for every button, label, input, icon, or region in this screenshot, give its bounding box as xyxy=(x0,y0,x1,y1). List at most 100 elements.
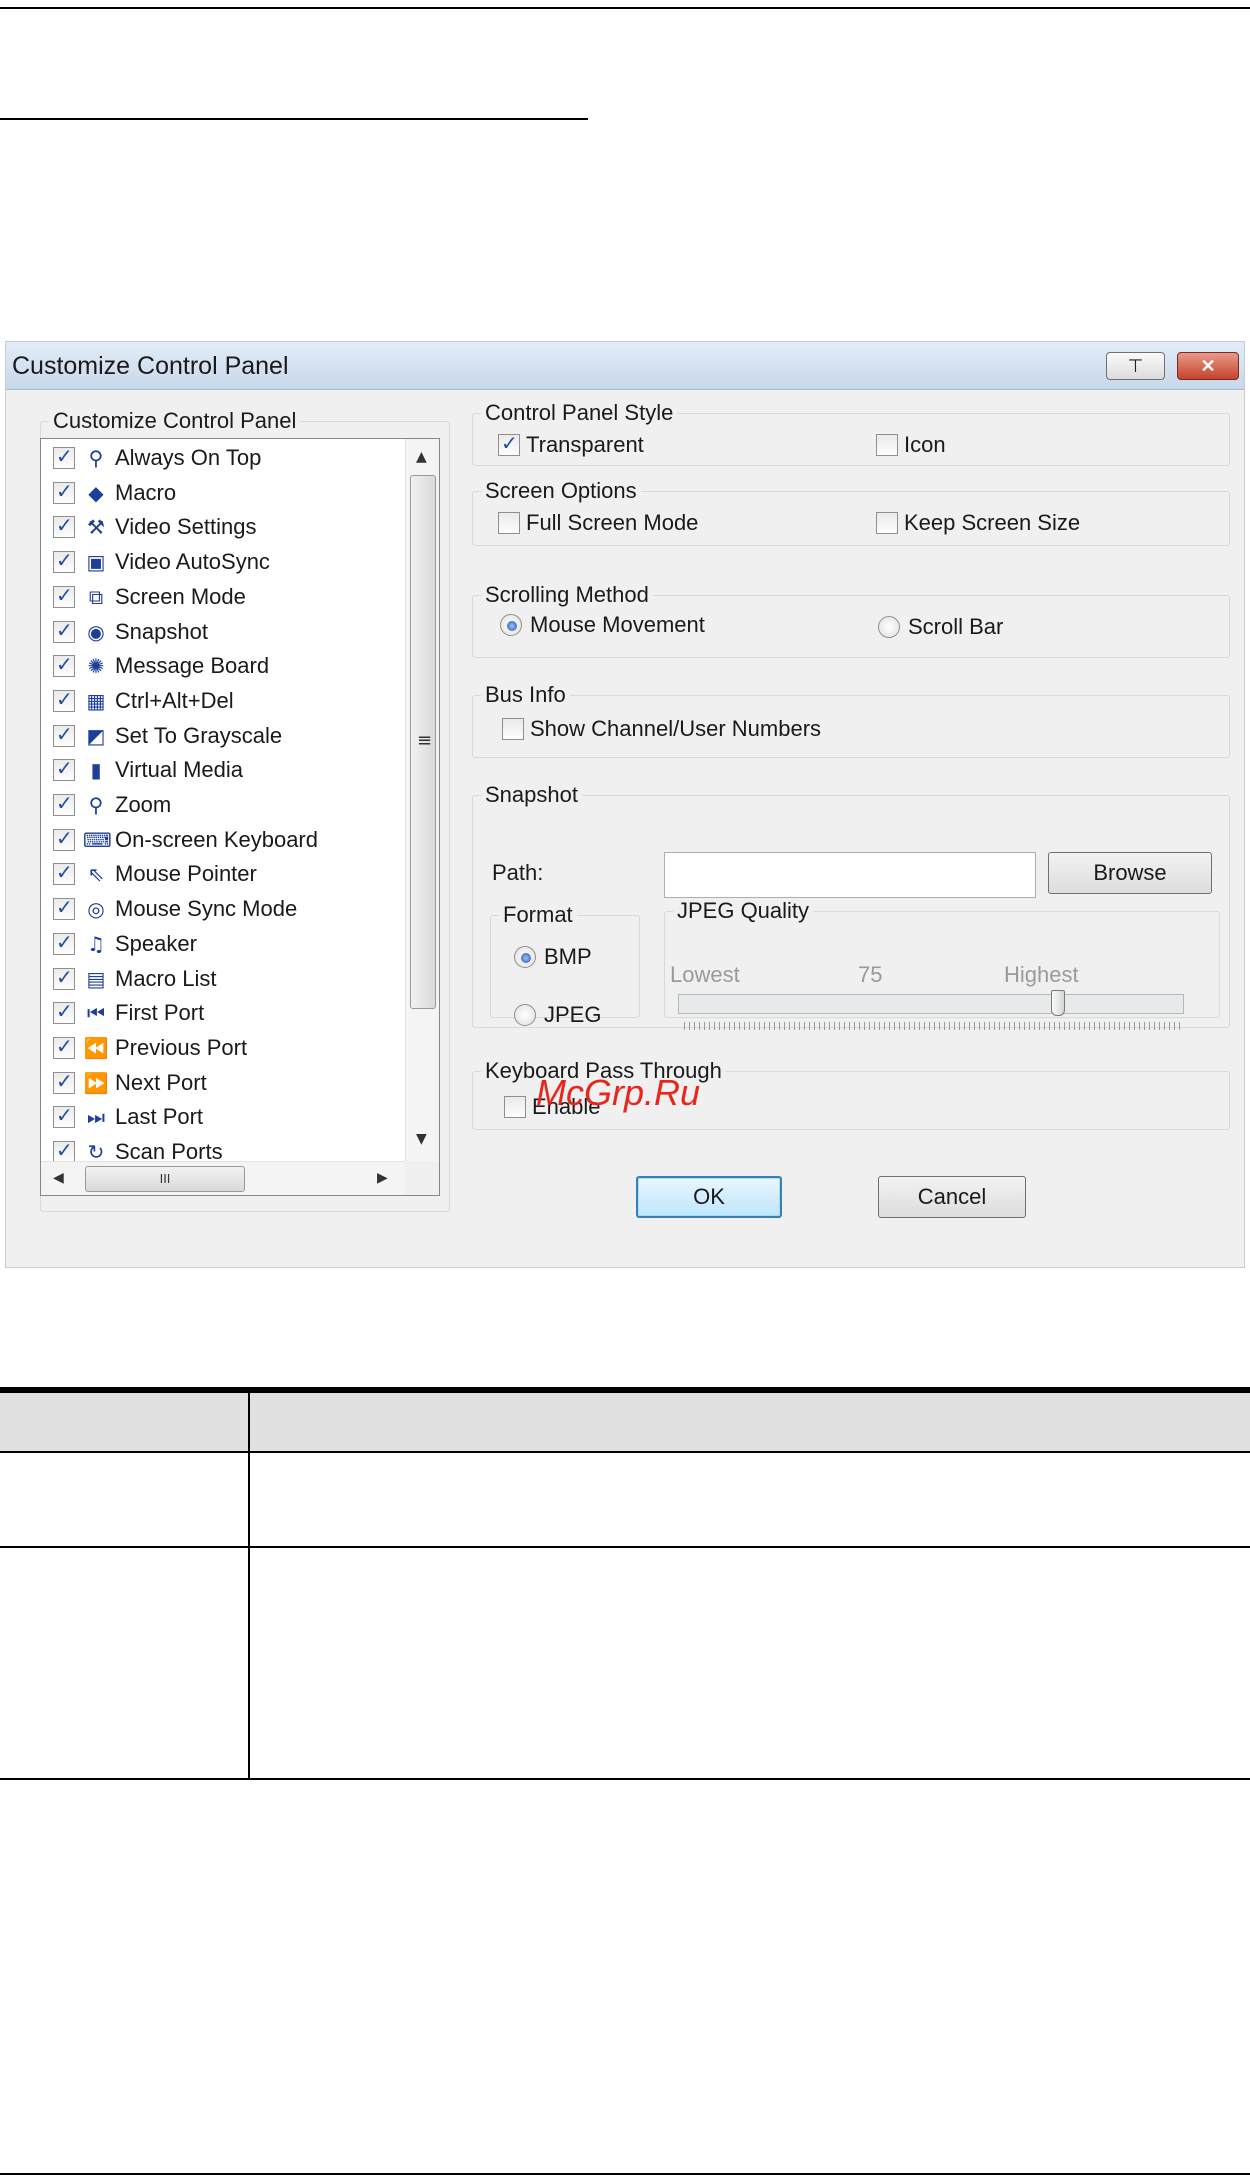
list-item-checkbox[interactable] xyxy=(53,1138,75,1161)
transparent-label: Transparent xyxy=(526,432,644,457)
list-item-checkbox[interactable] xyxy=(53,1034,75,1059)
scroll-bar-radio-dot[interactable] xyxy=(878,616,900,638)
keep-screen-size-box[interactable] xyxy=(876,512,898,534)
list-item-checkbox[interactable] xyxy=(53,722,75,747)
list-item[interactable]: ⏪Previous Port xyxy=(41,1031,405,1065)
jpeg-quality-slider-thumb[interactable] xyxy=(1050,990,1065,1016)
list-item-checkbox[interactable] xyxy=(53,1069,75,1094)
horizontal-scrollbar[interactable]: ◀ III ▶ xyxy=(41,1161,405,1195)
transparent-checkbox[interactable]: Transparent xyxy=(498,431,644,458)
jpeg-quality-slider-track[interactable] xyxy=(678,994,1184,1014)
list-item-checkbox[interactable] xyxy=(53,999,75,1025)
control-panel-style-label: Control Panel Style xyxy=(485,400,674,425)
list-item-checkbox[interactable] xyxy=(53,756,75,782)
list-item-checkbox[interactable] xyxy=(53,583,75,608)
list-item[interactable]: ◩ Set To Grayscale xyxy=(41,719,405,753)
table-bottom-rule xyxy=(0,1778,1250,1780)
browse-button[interactable]: Browse xyxy=(1048,852,1212,894)
list-item[interactable]: ⚒ Video Settings xyxy=(41,510,405,544)
list-item[interactable]: ◎ Mouse Sync Mode xyxy=(41,892,405,926)
list-item[interactable]: ⌨On-screen Keyboard xyxy=(41,823,405,857)
list-item[interactable]: ⇖ Mouse Pointer xyxy=(41,857,405,891)
camera-icon: ◉ xyxy=(87,619,105,644)
ok-button[interactable]: OK xyxy=(636,1176,782,1218)
jpeg-label: JPEG xyxy=(544,1002,602,1027)
close-button[interactable]: ✕ xyxy=(1177,352,1239,380)
list-item[interactable]: ⏩Next Port xyxy=(41,1066,405,1100)
list-item[interactable]: ♫ Speaker xyxy=(41,927,405,961)
vertical-scroll-thumb[interactable]: ≡ xyxy=(410,475,436,1009)
horizontal-scroll-thumb[interactable]: III xyxy=(85,1166,245,1192)
list-item[interactable]: ▤ Macro List xyxy=(41,962,405,996)
scroll-down-icon[interactable]: ▼ xyxy=(416,1131,427,1147)
full-screen-checkbox-box[interactable] xyxy=(498,512,520,534)
list-item[interactable]: ◉ Snapshot xyxy=(41,615,405,649)
path-input[interactable] xyxy=(664,852,1036,898)
bus-info-label: Bus Info xyxy=(485,682,566,707)
list-item[interactable]: ⚲ Zoom xyxy=(41,788,405,822)
pin-icon: ⊤ xyxy=(1127,355,1144,376)
list-item-label: Message Board xyxy=(115,653,270,679)
list-item-checkbox[interactable] xyxy=(53,618,75,643)
list-item[interactable]: ⧉ Screen Mode xyxy=(41,580,405,614)
list-item[interactable]: ▦ Ctrl+Alt+Del xyxy=(41,684,405,718)
pin-icon: ⚲ xyxy=(88,446,104,470)
keep-screen-size-label: Keep Screen Size xyxy=(904,510,1081,535)
thumb-grip-icon: ≡ xyxy=(417,730,433,751)
bmp-radio[interactable]: BMP xyxy=(514,944,592,970)
full-screen-mode-checkbox[interactable]: Full Screen Mode xyxy=(498,510,698,536)
list-item-checkbox[interactable] xyxy=(53,1103,75,1129)
list-item-label: Next Port xyxy=(115,1069,207,1095)
scroll-up-icon[interactable]: ▲ xyxy=(416,449,427,465)
cancel-button[interactable]: Cancel xyxy=(878,1176,1026,1218)
scroll-right-icon[interactable]: ▶ xyxy=(377,1170,388,1186)
list-item-checkbox[interactable] xyxy=(53,479,75,504)
list-item-checkbox[interactable] xyxy=(53,895,75,921)
message-board-icon: ✺ xyxy=(87,654,105,679)
list-item-checkbox[interactable] xyxy=(53,930,75,955)
dialog-titlebar[interactable]: Customize Control Panel ⊤ ✕ xyxy=(6,342,1244,390)
jpeg-radio[interactable]: JPEG xyxy=(514,1002,601,1028)
icon-checkbox[interactable]: Icon xyxy=(876,432,946,458)
list-item-label: Macro xyxy=(115,479,177,505)
mouse-movement-radio-dot[interactable] xyxy=(500,614,522,636)
quality-value: 75 xyxy=(858,962,883,987)
transparent-checkbox-box[interactable] xyxy=(498,431,520,456)
list-item-label: First Port xyxy=(115,1000,205,1026)
keep-screen-size-checkbox[interactable]: Keep Screen Size xyxy=(876,510,1080,536)
list-item[interactable]: ⏭ Last Port xyxy=(41,1100,405,1134)
customize-control-panel-dialog: Customize Control Panel ⊤ ✕ Customize Co… xyxy=(5,341,1245,1268)
feature-listbox[interactable]: ⚲ Always On Top ◆ Macro ⚒ Video Settings ▣ Vide… xyxy=(40,438,440,1196)
list-item[interactable]: ⚲ Always On Top xyxy=(41,441,405,475)
scroll-left-icon[interactable]: ◀ xyxy=(53,1170,64,1186)
list-item-checkbox[interactable] xyxy=(53,548,75,574)
vertical-scrollbar[interactable]: ▲ ≡ ▼ xyxy=(405,439,439,1161)
list-item[interactable]: ↻ Scan Ports xyxy=(41,1135,405,1161)
list-item-checkbox[interactable] xyxy=(53,444,75,469)
enable-checkbox-box[interactable] xyxy=(504,1096,526,1118)
list-item-checkbox[interactable] xyxy=(53,513,75,539)
list-item-label: Video Settings xyxy=(115,514,257,540)
list-item-checkbox[interactable] xyxy=(53,826,75,851)
list-item-checkbox[interactable] xyxy=(53,965,75,990)
bmp-radio-dot[interactable] xyxy=(514,946,536,968)
list-item[interactable]: ▮ Virtual Media xyxy=(41,753,405,787)
pin-button[interactable]: ⊤ xyxy=(1106,352,1165,380)
list-item[interactable]: ◆ Macro xyxy=(41,476,405,510)
list-item[interactable]: ✺ Message Board xyxy=(41,649,405,683)
list-item-checkbox[interactable] xyxy=(53,652,75,678)
customize-list-group-label: Customize Control Panel xyxy=(53,408,297,433)
show-channel-user-numbers-checkbox[interactable]: Show Channel/User Numbers xyxy=(502,716,821,742)
list-item-checkbox[interactable] xyxy=(53,687,75,712)
list-item-checkbox[interactable] xyxy=(53,860,75,886)
list-item-label: Macro List xyxy=(115,965,217,991)
icon-checkbox-box[interactable] xyxy=(876,434,898,456)
show-numbers-checkbox-box[interactable] xyxy=(502,718,524,740)
jpeg-radio-dot[interactable] xyxy=(514,1004,536,1026)
list-item[interactable]: ⏮ First Port xyxy=(41,996,405,1030)
list-item-checkbox[interactable] xyxy=(53,791,75,816)
watermark-text: McGrp.Ru xyxy=(536,1072,701,1113)
scroll-bar-radio[interactable]: Scroll Bar xyxy=(878,614,1003,640)
mouse-movement-radio[interactable]: Mouse Movement xyxy=(500,612,705,638)
list-item[interactable]: ▣ Video AutoSync xyxy=(41,545,405,579)
